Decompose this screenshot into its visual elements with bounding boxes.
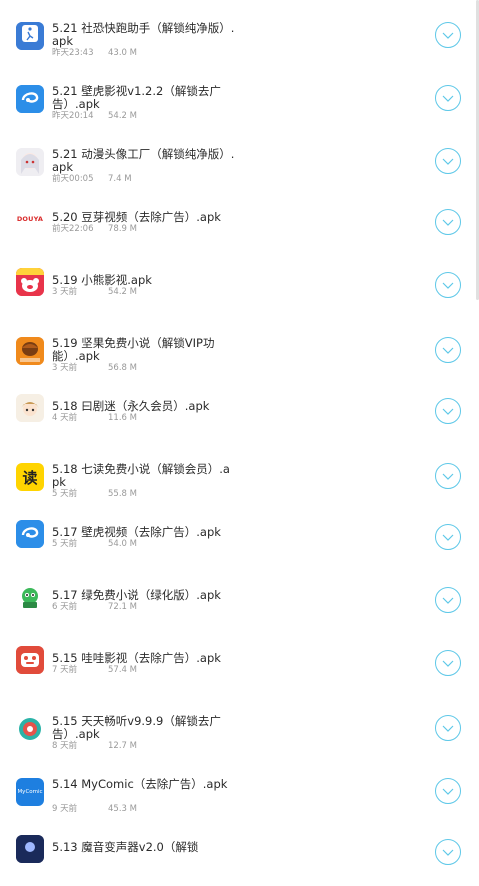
file-title[interactable]: 5.21 动漫头像工厂（解锁纯净版）.apk: [52, 148, 236, 173]
nut-novel-icon: [16, 337, 44, 365]
file-size: 54.0 M: [108, 539, 137, 549]
anime-avatar-icon: [16, 148, 44, 176]
download-chevron-icon: [441, 593, 455, 607]
download-button[interactable]: [435, 463, 461, 489]
download-button[interactable]: [435, 778, 461, 804]
download-button[interactable]: [435, 22, 461, 48]
file-date: 6 天前: [52, 602, 78, 612]
runner-app-icon: [16, 22, 44, 50]
file-date: 5 天前: [52, 489, 78, 499]
file-size: 57.4 M: [108, 665, 137, 675]
icon-text: MyComic: [17, 789, 43, 795]
file-date: 7 天前: [52, 665, 78, 675]
file-date: 昨天23:43: [52, 48, 94, 58]
file-date: 3 天前: [52, 287, 78, 297]
file-date: 前天00:05: [52, 174, 94, 184]
file-size: 54.2 M: [108, 287, 137, 297]
file-title[interactable]: 5.19 小熊影视.apk: [52, 274, 236, 287]
qidu-read-icon: 读: [16, 463, 44, 491]
download-button[interactable]: [435, 715, 461, 741]
file-size: 56.8 M: [108, 363, 137, 373]
file-size: 55.8 M: [108, 489, 137, 499]
bear-video-icon: [16, 268, 44, 296]
download-chevron-icon: [441, 469, 455, 483]
file-date: 5 天前: [52, 539, 78, 549]
file-size: 72.1 M: [108, 602, 137, 612]
icon-text: DOUYA: [16, 215, 44, 223]
file-title[interactable]: 5.13 魔音变声器v2.0（解锁: [52, 841, 236, 854]
file-title[interactable]: 5.21 壁虎影视v1.2.2（解锁去广告）.apk: [52, 85, 236, 110]
file-title[interactable]: 5.18 七读免费小说（解锁会员）.apk: [52, 463, 236, 488]
file-row[interactable]: 5.15 哇哇影视（去除广告）.apk 7 天前 57.4 M: [0, 634, 479, 697]
file-date: 前天22:06: [52, 224, 94, 234]
mycomic-logo-icon: MyComic: [16, 778, 44, 806]
file-row[interactable]: 5.15 天天畅听v9.9.9（解锁去广告）.apk 8 天前 12.7 M: [0, 697, 479, 760]
file-row[interactable]: 5.21 社恐快跑助手（解锁纯净版）.apk 昨天23:43 43.0 M: [0, 4, 479, 67]
file-row[interactable]: 5.21 壁虎影视v1.2.2（解锁去广告）.apk 昨天20:14 54.2 M: [0, 67, 479, 130]
file-row[interactable]: 5.17 壁虎视频（去除广告）.apk 5 天前 54.0 M: [0, 508, 479, 571]
download-button[interactable]: [435, 209, 461, 235]
download-chevron-icon: [441, 343, 455, 357]
green-novel-icon: [16, 583, 44, 611]
file-title[interactable]: 5.21 社恐快跑助手（解锁纯净版）.apk: [52, 22, 236, 47]
file-size: 12.7 M: [108, 741, 137, 751]
download-chevron-icon: [441, 215, 455, 229]
download-button[interactable]: [435, 272, 461, 298]
file-title[interactable]: 5.17 绿免费小说（绿化版）.apk: [52, 589, 236, 602]
file-title[interactable]: 5.18 曰剧迷（永久会员）.apk: [52, 400, 236, 413]
download-button[interactable]: [435, 650, 461, 676]
download-button[interactable]: [435, 398, 461, 424]
file-date: 3 天前: [52, 363, 78, 373]
download-button[interactable]: [435, 524, 461, 550]
file-row[interactable]: 5.17 绿免费小说（绿化版）.apk 6 天前 72.1 M: [0, 571, 479, 634]
file-title[interactable]: 5.14 MyComic（去除广告）.apk: [52, 778, 236, 791]
voice-changer-icon: [16, 835, 44, 863]
file-row[interactable]: 读 5.18 七读免费小说（解锁会员）.apk 5 天前 55.8 M: [0, 445, 479, 508]
daily-listen-icon: [16, 715, 44, 743]
download-chevron-icon: [441, 721, 455, 735]
download-chevron-icon: [441, 656, 455, 670]
download-chevron-icon: [441, 404, 455, 418]
file-size: 54.2 M: [108, 111, 137, 121]
file-size: 45.3 M: [108, 804, 137, 814]
file-date: 9 天前: [52, 804, 78, 814]
download-chevron-icon: [441, 154, 455, 168]
file-row[interactable]: 5.21 动漫头像工厂（解锁纯净版）.apk 前天00:05 7.4 M: [0, 130, 479, 193]
download-button[interactable]: [435, 337, 461, 363]
download-chevron-icon: [441, 784, 455, 798]
file-row[interactable]: 5.19 坚果免费小说（解锁VIP功能）.apk 3 天前 56.8 M: [0, 319, 479, 382]
file-row[interactable]: MyComic 5.14 MyComic（去除广告）.apk 9 天前 45.3 M: [0, 760, 479, 823]
file-size: 78.9 M: [108, 224, 137, 234]
download-button[interactable]: [435, 587, 461, 613]
file-size: 11.6 M: [108, 413, 137, 423]
douya-logo-icon: DOUYA: [16, 205, 44, 233]
gecko-video-icon: [16, 85, 44, 113]
wawa-video-icon: [16, 646, 44, 674]
file-title[interactable]: 5.19 坚果免费小说（解锁VIP功能）.apk: [52, 337, 236, 362]
gecko-video-icon: [16, 520, 44, 548]
file-title[interactable]: 5.15 天天畅听v9.9.9（解锁去广告）.apk: [52, 715, 236, 740]
file-row[interactable]: 5.19 小熊影视.apk 3 天前 54.2 M: [0, 256, 479, 319]
download-chevron-icon: [441, 91, 455, 105]
file-title[interactable]: 5.20 豆芽视频（去除广告）.apk: [52, 211, 236, 224]
file-date: 昨天20:14: [52, 111, 94, 121]
download-button[interactable]: [435, 148, 461, 174]
file-title[interactable]: 5.17 壁虎视频（去除广告）.apk: [52, 526, 236, 539]
download-chevron-icon: [441, 530, 455, 544]
icon-text: 读: [22, 468, 38, 487]
file-size: 43.0 M: [108, 48, 137, 58]
file-size: 7.4 M: [108, 174, 132, 184]
download-chevron-icon: [441, 278, 455, 292]
download-chevron-icon: [441, 845, 455, 859]
file-date: 8 天前: [52, 741, 78, 751]
file-row[interactable]: 5.13 魔音变声器v2.0（解锁: [0, 823, 479, 886]
file-title[interactable]: 5.15 哇哇影视（去除广告）.apk: [52, 652, 236, 665]
drama-fan-icon: [16, 394, 44, 422]
download-chevron-icon: [441, 28, 455, 42]
download-button[interactable]: [435, 839, 461, 865]
file-date: 4 天前: [52, 413, 78, 423]
file-row[interactable]: 5.18 曰剧迷（永久会员）.apk 4 天前 11.6 M: [0, 382, 479, 445]
download-button[interactable]: [435, 85, 461, 111]
file-row[interactable]: DOUYA 5.20 豆芽视频（去除广告）.apk 前天22:06 78.9 M: [0, 193, 479, 256]
